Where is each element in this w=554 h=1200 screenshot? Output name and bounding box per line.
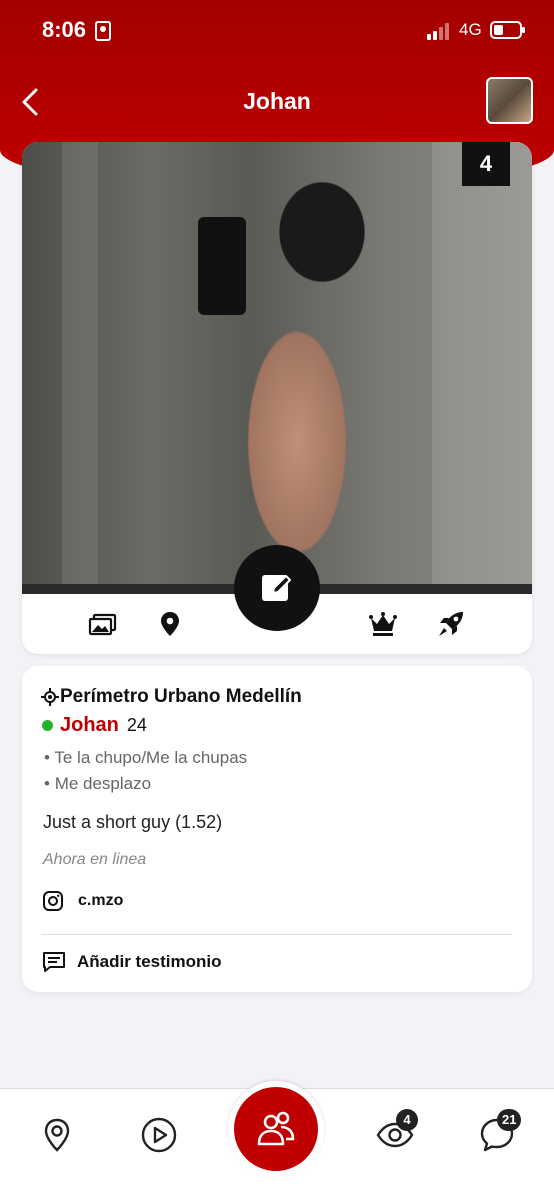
photo-count-badge[interactable]: 4 [462,142,510,186]
tag-item: • Me desplazo [44,774,152,793]
instagram-icon [43,891,63,911]
network-type: 4G [459,20,482,39]
map-pin-icon [44,1118,70,1152]
divider [42,934,512,935]
instagram-handle: c.mzo [78,892,124,909]
profile-age: 24 [126,715,147,735]
chat-badge: 21 [497,1109,522,1131]
photos-icon[interactable] [88,609,118,639]
edit-button[interactable] [221,545,333,643]
tab-people[interactable] [228,1081,324,1177]
id-card-icon [95,21,111,41]
add-testimonial-button[interactable]: Añadir testimonio [41,950,222,974]
crown-icon[interactable] [368,609,398,639]
tab-map[interactable] [38,1116,76,1154]
location-pin-icon[interactable] [155,609,185,639]
signal-icon [427,22,453,40]
profile-photo[interactable]: 4 [22,142,532,594]
tab-videos[interactable] [140,1116,178,1154]
location-row: Perímetro Urbano Medellín [40,686,302,708]
photo-card: 4 [22,142,532,654]
crosshair-icon [41,688,59,706]
tag-item: • Te la chupo/Me la chupas [44,748,248,767]
profile-info-card: Perímetro Urbano Medellín Johan 24 • Te … [22,666,532,992]
visits-badge: 4 [396,1109,418,1131]
location-label: Perímetro Urbano Medellín [60,686,302,707]
profile-bio: Just a short guy (1.52) [43,812,223,832]
battery-icon [490,21,525,39]
bottom-tab-bar: 4 21 [0,1081,554,1200]
rocket-icon[interactable] [436,609,466,639]
page-title: Johan [243,88,311,114]
status-bar: 8:06 4G [0,0,554,60]
phone-in-photo [198,217,246,315]
profile-thumbnail[interactable] [486,77,533,124]
message-icon [43,952,65,972]
profile-name: Johan [60,714,119,736]
instagram-link[interactable]: c.mzo [42,890,123,912]
presence-status: Ahora en linea [43,851,147,868]
add-testimonial-label: Añadir testimonio [77,952,222,971]
edit-icon [262,575,291,601]
people-icon [257,1111,295,1146]
tags-list: • Te la chupo/Me la chupas • Me desplazo [44,745,247,797]
online-status-dot [42,720,53,731]
status-time: 8:06 [42,17,87,42]
name-row: Johan 24 [42,714,147,737]
play-icon [141,1117,177,1153]
